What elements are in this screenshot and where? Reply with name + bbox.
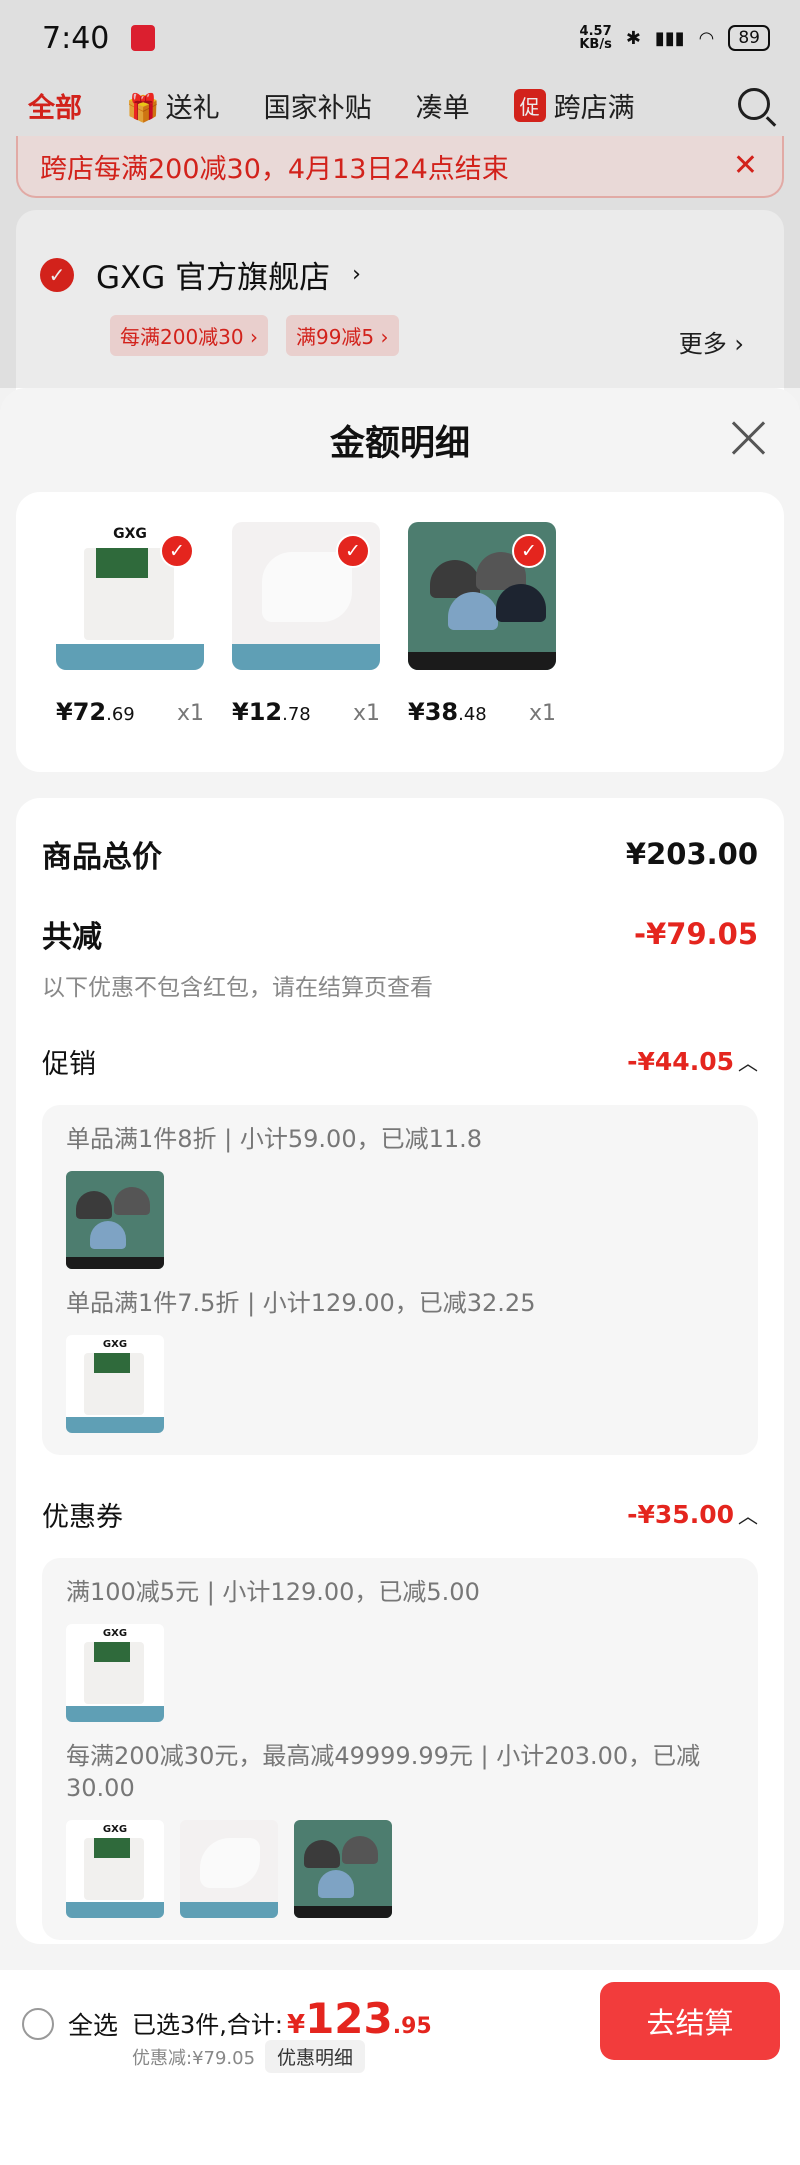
saved-amount: 优惠减:¥79.05 — [132, 2047, 256, 2069]
check-icon: ✓ — [512, 534, 546, 568]
check-icon: ✓ — [160, 534, 194, 568]
close-icon[interactable] — [730, 418, 768, 456]
overlay-dim[interactable] — [0, 0, 800, 388]
item-price: ¥72.69 — [56, 698, 135, 726]
discount-value: -¥79.05 — [634, 917, 758, 951]
coupon-value: -¥35.00 — [627, 1500, 734, 1529]
check-icon: ✓ — [336, 534, 370, 568]
select-all-radio[interactable] — [22, 2008, 54, 2040]
chevron-up-icon: ︿ — [738, 1051, 758, 1075]
item-caps[interactable]: ✓ ¥38.48 x1 — [408, 522, 556, 772]
item-price: ¥12.78 — [232, 698, 311, 726]
product-image: ✓ — [232, 522, 380, 670]
price-summary: 商品总价 ¥203.00 共减 -¥79.05 以下优惠不包含红包，请在结算页查… — [16, 798, 784, 1944]
coupon-entry: 每满200减30元，最高减49999.99元 | 小计203.00，已减30.0… — [66, 1742, 701, 1802]
item-quantity: x1 — [176, 701, 204, 726]
amount-detail-sheet: 金额明细 GXG ✓ ¥72.69 x1 ✓ ¥12.78 x1 ✓ ¥38.4… — [0, 388, 800, 2165]
promotion-details: 单品满1件8折 | 小计59.00，已减11.8 单品满1件7.5折 | 小计1… — [42, 1105, 758, 1455]
total-label: 商品总价 — [42, 840, 162, 875]
sheet-title: 金额明细 — [329, 423, 470, 464]
promotion-entry: 单品满1件7.5折 | 小计129.00，已减32.25 — [66, 1289, 536, 1317]
product-image: ✓ — [408, 522, 556, 670]
bottom-spacer — [0, 2075, 800, 2165]
item-socks[interactable]: ✓ ¥12.78 x1 — [232, 522, 380, 772]
selected-items: GXG ✓ ¥72.69 x1 ✓ ¥12.78 x1 ✓ ¥38.48 x1 — [16, 492, 784, 772]
total-value: ¥203.00 — [625, 837, 758, 871]
promotion-label: 促销 — [42, 1049, 96, 1080]
promotion-value: -¥44.05 — [627, 1047, 734, 1076]
discount-label: 共减 — [42, 920, 102, 955]
product-image: GXG — [66, 1335, 164, 1433]
product-image: GXG ✓ — [56, 522, 204, 670]
select-all[interactable]: 全选 — [22, 2006, 118, 2042]
coupon-label: 优惠券 — [42, 1502, 123, 1533]
item-price: ¥38.48 — [408, 698, 487, 726]
coupon-details: 满100减5元 | 小计129.00，已减5.00 GXG 每满200减30元，… — [42, 1558, 758, 1940]
product-image — [180, 1820, 278, 1918]
item-quantity: x1 — [352, 701, 380, 726]
total-amount: 123 — [305, 1994, 393, 2043]
discount-detail-button[interactable]: 优惠明细 — [265, 2040, 366, 2073]
item-quantity: x1 — [528, 701, 556, 726]
checkout-bar: 全选 已选3件,合计: ¥ 123 .95 优惠减:¥79.05 优惠明细 去结… — [0, 1970, 800, 2075]
coupon-entry: 满100减5元 | 小计129.00，已减5.00 — [66, 1578, 480, 1606]
discount-note: 以下优惠不包含红包，请在结算页查看 — [42, 975, 433, 1001]
chevron-up-icon: ︿ — [738, 1504, 758, 1528]
promotion-entry: 单品满1件8折 | 小计59.00，已减11.8 — [66, 1125, 483, 1153]
product-image: GXG — [66, 1820, 164, 1918]
selection-summary: 已选3件,合计: ¥ 123 .95 — [132, 1994, 432, 2043]
product-image — [294, 1820, 392, 1918]
promotion-header[interactable]: 促销 -¥44.05 ︿ — [42, 1042, 758, 1081]
checkout-button[interactable]: 去结算 — [600, 1982, 780, 2060]
product-image — [66, 1171, 164, 1269]
item-pants[interactable]: GXG ✓ ¥72.69 x1 — [56, 522, 204, 772]
coupon-header[interactable]: 优惠券 -¥35.00 ︿ — [42, 1495, 758, 1534]
product-image: GXG — [66, 1624, 164, 1722]
